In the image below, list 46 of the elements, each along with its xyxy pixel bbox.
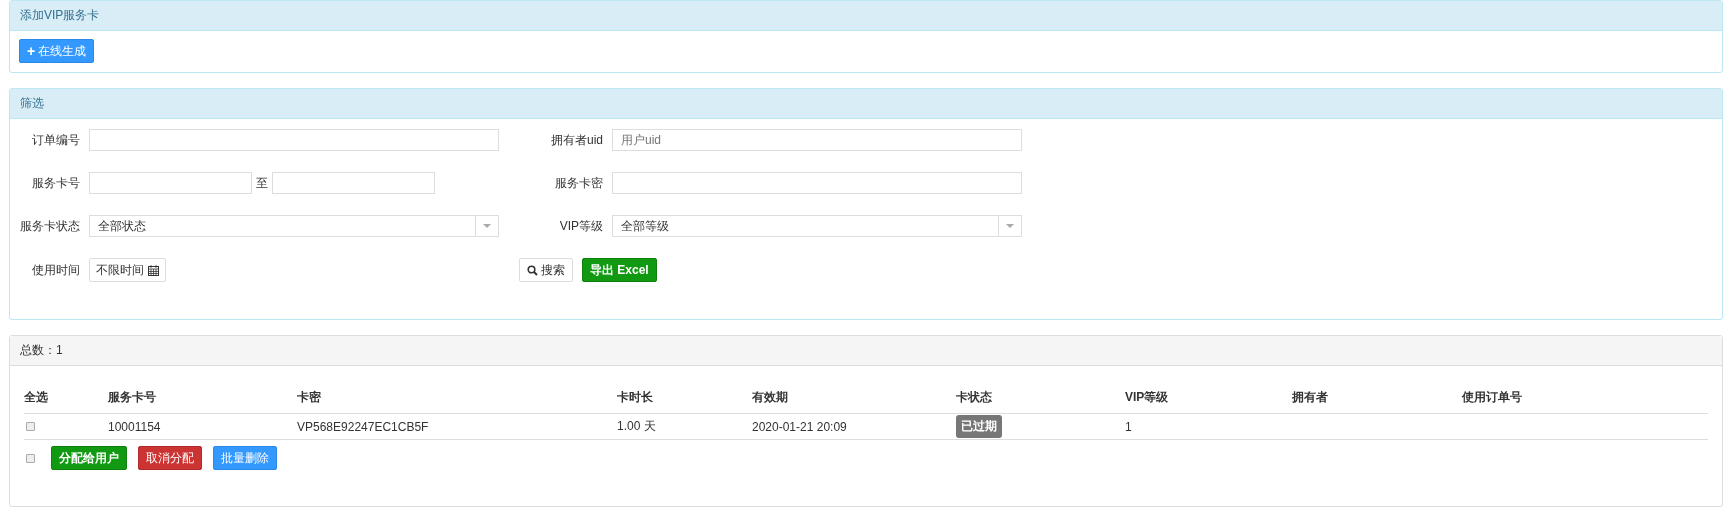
action-button[interactable]: 分配给用户 <box>51 446 127 470</box>
generate-button[interactable]: + 在线生成 <box>19 39 95 63</box>
field-label: 订单编号 <box>31 131 80 149</box>
table-cell-text: 2020-01-21 20:09 <box>752 419 848 434</box>
column-header: 有效期 <box>752 389 789 406</box>
field-label: 服务卡密 <box>554 174 603 192</box>
select-all-checkbox[interactable] <box>26 453 35 463</box>
panel-title: 总数：1 <box>10 336 1722 366</box>
panel-title: 筛选 <box>10 89 1722 119</box>
search-icon <box>527 264 538 276</box>
column-header: 全选 <box>24 389 49 406</box>
search-button[interactable]: 搜索 <box>519 258 573 282</box>
column-header: 使用订单号 <box>1462 389 1523 406</box>
calendar-icon <box>148 264 159 276</box>
panel-title: 添加VIP服务卡 <box>10 1 1722 31</box>
column-header: 拥有者 <box>1292 389 1329 406</box>
dropdown[interactable]: 全部状态 <box>89 215 499 237</box>
column-header: 卡状态 <box>956 389 993 406</box>
table-cell-text: 10001154 <box>108 419 162 434</box>
row-checkbox[interactable] <box>26 422 35 431</box>
input-field[interactable]: 用户uid <box>612 129 1022 151</box>
column-header: 卡密 <box>297 389 322 406</box>
date-range-button[interactable]: 不限时间 <box>89 258 166 282</box>
range-separator: 至 <box>256 174 268 192</box>
caret-icon <box>483 224 491 228</box>
input-field[interactable] <box>612 172 1022 194</box>
table-cell-text: 1.00 天 <box>617 418 657 435</box>
input-field[interactable] <box>89 129 499 151</box>
action-button[interactable]: 批量删除 <box>213 446 277 470</box>
column-header: VIP等级 <box>1125 389 1170 406</box>
column-header: 服务卡号 <box>108 389 157 406</box>
field-label: 使用时间 <box>31 261 80 279</box>
column-header: 卡时长 <box>617 389 654 406</box>
field-label: 服务卡号 <box>31 174 80 192</box>
export-button[interactable]: 导出 Excel <box>582 258 657 282</box>
action-button[interactable]: 取消分配 <box>138 446 202 470</box>
status-badge: 已过期 <box>956 415 1002 438</box>
field-label: VIP等级 <box>558 217 603 235</box>
field-label: 拥有者uid <box>550 131 603 149</box>
input-field[interactable] <box>89 172 252 194</box>
table-cell-text: VP568E92247EC1CB5F <box>297 419 430 434</box>
caret-icon <box>1006 224 1014 228</box>
dropdown[interactable]: 全部等级 <box>612 215 1022 237</box>
table-cell-text: 1 <box>1125 419 1133 434</box>
field-label: 服务卡状态 <box>19 217 80 235</box>
input-field[interactable] <box>272 172 435 194</box>
